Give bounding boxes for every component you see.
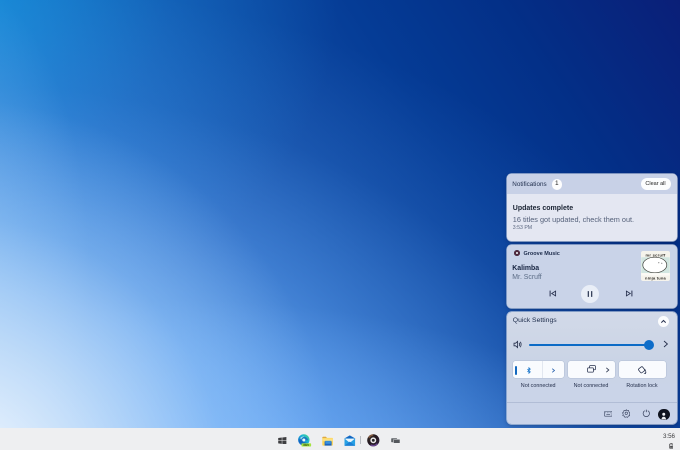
svg-text:DEV: DEV	[304, 443, 310, 447]
svg-text:mr scruff: mr scruff	[645, 252, 665, 257]
svg-text:ninja tuna: ninja tuna	[645, 276, 666, 281]
